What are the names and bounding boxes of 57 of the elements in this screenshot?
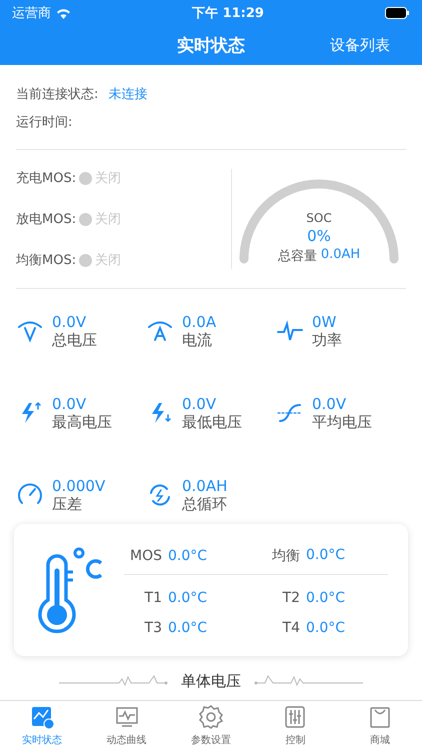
tab-item[interactable]: 动态曲线: [84, 701, 169, 750]
temperature-value: 0.0°C: [306, 546, 346, 564]
status-time: 下午 11:29: [192, 5, 264, 22]
stat-value: 0.0V: [182, 394, 218, 413]
soc-value: 0%: [307, 227, 331, 245]
device-list-link[interactable]: 设备列表: [330, 36, 390, 55]
temperature-label: 均衡: [271, 546, 300, 564]
mos-label: 均衡MOS:: [16, 252, 76, 269]
temperature-label: T4: [282, 620, 300, 636]
wifi-icon: [56, 8, 71, 18]
stat-label: 功率: [312, 331, 342, 350]
stat-label: 最低电压: [182, 412, 242, 432]
temperature-label: MOS: [129, 548, 162, 564]
temperature-label: T1: [144, 590, 162, 606]
stat-value: 0.0V: [52, 394, 88, 413]
temperature-value: 0.0°C: [306, 620, 346, 636]
stat-label: 最高电压: [52, 412, 112, 432]
stat-value: 0.0A: [182, 313, 216, 332]
capacity-value: 0.0AH: [320, 247, 360, 264]
tab-item[interactable]: 商城: [338, 701, 422, 750]
mos-label: 充电MOS:: [16, 170, 76, 187]
pulse-line-icon: [59, 675, 169, 687]
mos-state: 关闭: [95, 211, 122, 228]
stat-value: 0W: [312, 313, 338, 332]
temperature-label: T3: [144, 620, 162, 636]
chart-icon: [29, 704, 56, 730]
stat-label: 压差: [52, 494, 83, 514]
temperature-label: T2: [282, 590, 300, 606]
stat-value: 0.0V: [52, 313, 88, 332]
capacity-label: 总容量: [278, 248, 317, 265]
connection-label: 当前连接状态:: [16, 86, 98, 103]
stat-value: 0.0AH: [182, 476, 228, 495]
tab-item[interactable]: 控制: [253, 701, 338, 750]
temperature-value: 0.0°C: [168, 620, 208, 636]
tab-item[interactable]: 参数设置: [168, 701, 254, 750]
stat-value: 0.0V: [312, 394, 348, 413]
stat-label: 平均电压: [312, 412, 372, 432]
temperature-value: 0.0°C: [306, 590, 346, 606]
stat-label: 总循环: [182, 494, 228, 514]
temperature-value: 0.0°C: [168, 548, 208, 564]
soc-label: SOC: [306, 211, 332, 225]
section-title: 单体电压: [181, 672, 241, 690]
carrier-name: 运营商: [12, 5, 51, 22]
mos-state: 关闭: [95, 170, 122, 187]
mos-label: 放电MOS:: [16, 211, 76, 228]
pulse-line-icon: [253, 675, 363, 687]
mos-state: 关闭: [95, 252, 122, 269]
stat-label: 总电压: [52, 331, 97, 350]
stat-label: 电流: [182, 331, 213, 350]
settings-icon: [198, 704, 224, 730]
connection-value: 未连接: [108, 86, 148, 103]
runtime-label: 运行时间:: [16, 114, 72, 131]
page-title: 实时状态: [177, 35, 245, 57]
battery-icon: [385, 7, 410, 19]
temperature-value: 0.0°C: [168, 590, 208, 606]
tab-item[interactable]: 实时状态: [0, 701, 84, 750]
stat-value: 0.000V: [52, 476, 106, 495]
